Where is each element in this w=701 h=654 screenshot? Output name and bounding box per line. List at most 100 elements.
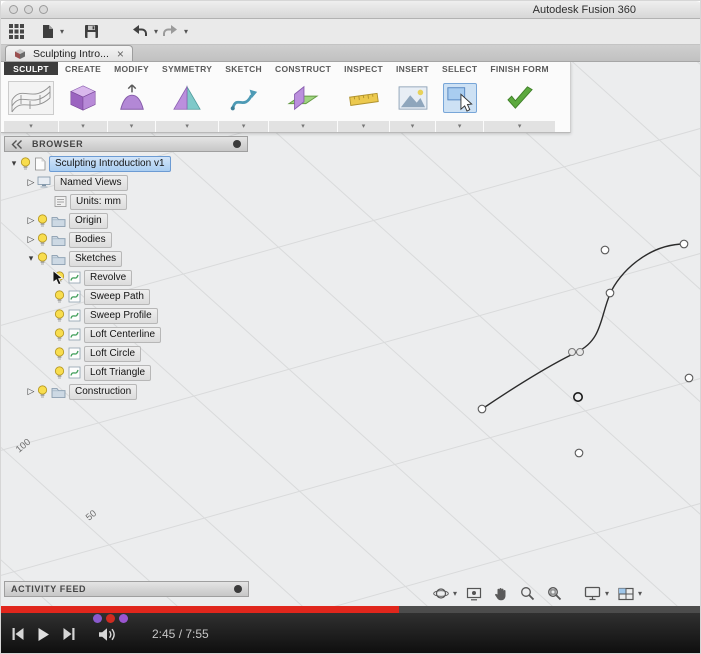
construct-planes-icon[interactable]: [269, 75, 337, 121]
tree-item-loft-circle[interactable]: Loft Circle: [4, 344, 248, 363]
look-at-button[interactable]: [466, 587, 485, 601]
volume-button[interactable]: [98, 627, 118, 642]
browser-header[interactable]: BROWSER: [4, 136, 248, 152]
tree-item-label[interactable]: Revolve: [84, 269, 133, 286]
visibility-lightbulb-icon[interactable]: [37, 251, 48, 266]
ribbon-group-caret-icon[interactable]: ▾: [108, 121, 155, 132]
ribbon-group-caret-icon[interactable]: ▾: [269, 121, 338, 132]
tree-item-sketches[interactable]: ▾ Sketches: [4, 249, 248, 268]
ribbon-tab-label[interactable]: MODIFY: [108, 62, 155, 75]
ribbon-group-create[interactable]: CREATE ▾: [59, 62, 108, 132]
video-progress-bar[interactable]: [1, 606, 700, 613]
ribbon-tab-label[interactable]: INSERT: [390, 62, 435, 75]
tree-item-label[interactable]: Sculpting Introduction v1: [49, 155, 171, 172]
expander-open-icon[interactable]: ▾: [8, 159, 20, 168]
minimize-window-button[interactable]: [24, 5, 33, 14]
tree-item-label[interactable]: Sweep Path: [84, 288, 150, 305]
ribbon-tab-label[interactable]: SCULPT: [4, 62, 58, 75]
ribbon-group-caret-icon[interactable]: ▾: [59, 121, 108, 132]
ribbon-group-modify[interactable]: MODIFY ▾: [108, 62, 155, 132]
ribbon-tab-label[interactable]: SYMMETRY: [156, 62, 218, 75]
ribbon-tab-label[interactable]: FINISH FORM: [484, 62, 555, 75]
zoom-button[interactable]: [520, 586, 538, 601]
viewports-button[interactable]: ▾: [618, 587, 642, 601]
ribbon-group-finish-form[interactable]: FINISH FORM ▾: [484, 62, 555, 132]
tree-item-construction[interactable]: ▷ Construction: [4, 382, 248, 401]
visibility-lightbulb-icon[interactable]: [20, 156, 31, 171]
merged-control-point[interactable]: [568, 348, 576, 356]
tree-item-named-views[interactable]: ▷ Named Views: [4, 173, 248, 192]
visibility-lightbulb-icon[interactable]: [54, 308, 65, 323]
dropdown-caret-icon[interactable]: ▾: [184, 27, 188, 36]
control-point[interactable]: [574, 448, 584, 458]
control-point[interactable]: [605, 288, 615, 298]
zoom-window-button[interactable]: [39, 5, 48, 14]
tree-item-units-mm[interactable]: Units: mm: [4, 192, 248, 211]
visibility-lightbulb-icon[interactable]: [54, 289, 65, 304]
sculpt-surface-icon[interactable]: [4, 75, 58, 121]
sketch-spline-icon[interactable]: [219, 75, 268, 121]
tree-item-sweep-profile[interactable]: Sweep Profile: [4, 306, 248, 325]
tree-item-sweep-path[interactable]: Sweep Path: [4, 287, 248, 306]
tree-item-label[interactable]: Named Views: [54, 174, 128, 191]
expander-closed-icon[interactable]: ▷: [25, 235, 37, 244]
apps-grid-button[interactable]: [7, 22, 29, 41]
orbit-button[interactable]: ▾: [433, 586, 457, 601]
ribbon-group-inspect[interactable]: INSPECT ▾: [338, 62, 390, 132]
ribbon-group-caret-icon[interactable]: ▾: [436, 121, 484, 132]
activity-feed-header[interactable]: ACTIVITY FEED: [4, 581, 249, 597]
inspect-ruler-icon[interactable]: [338, 75, 389, 121]
ribbon-group-insert[interactable]: INSERT ▾: [390, 62, 435, 132]
close-window-button[interactable]: [9, 5, 18, 14]
collapse-panel-icon[interactable]: [11, 139, 23, 150]
display-settings-button[interactable]: ▾: [584, 586, 609, 601]
ribbon-group-caret-icon[interactable]: ▾: [338, 121, 390, 132]
previous-button[interactable]: [11, 627, 25, 641]
select-cursor-icon[interactable]: [436, 75, 483, 121]
tree-item-label[interactable]: Sweep Profile: [84, 307, 158, 324]
pan-hand-button[interactable]: [494, 586, 511, 601]
ribbon-group-caret-icon[interactable]: ▾: [219, 121, 268, 132]
create-box-icon[interactable]: [59, 75, 107, 121]
modify-form-icon[interactable]: [108, 75, 155, 121]
ribbon-group-caret-icon[interactable]: ▾: [4, 121, 58, 132]
expander-closed-icon[interactable]: ▷: [25, 178, 37, 187]
ribbon-tab-label[interactable]: SELECT: [436, 62, 483, 75]
panel-options-dot[interactable]: [234, 585, 242, 593]
dropdown-caret-icon[interactable]: ▾: [638, 589, 642, 598]
tree-item-origin[interactable]: ▷ Origin: [4, 211, 248, 230]
tree-item-sculpting-introduction-v1[interactable]: ▾ Sculpting Introduction v1: [4, 154, 248, 173]
zoom-window-button[interactable]: [547, 586, 565, 601]
next-button[interactable]: [62, 627, 76, 641]
dropdown-caret-icon[interactable]: ▾: [605, 589, 609, 598]
ribbon-tab-label[interactable]: CREATE: [59, 62, 107, 75]
dropdown-caret-icon[interactable]: ▾: [453, 589, 457, 598]
play-button[interactable]: [37, 627, 50, 642]
tree-item-label[interactable]: Bodies: [69, 231, 112, 248]
save-button[interactable]: [82, 22, 104, 41]
visibility-lightbulb-icon[interactable]: [54, 346, 65, 361]
close-tab-button[interactable]: ×: [117, 47, 124, 61]
visibility-lightbulb-icon[interactable]: [37, 232, 48, 247]
panel-options-dot[interactable]: [233, 140, 241, 148]
visibility-lightbulb-icon[interactable]: [37, 213, 48, 228]
tree-item-loft-triangle[interactable]: Loft Triangle: [4, 363, 248, 382]
ribbon-tab-label[interactable]: CONSTRUCT: [269, 62, 337, 75]
ribbon-group-select[interactable]: SELECT ▾: [436, 62, 484, 132]
expander-closed-icon[interactable]: ▷: [25, 216, 37, 225]
undo-button[interactable]: ▾: [130, 23, 160, 40]
control-point[interactable]: [600, 245, 610, 255]
dropdown-caret-icon[interactable]: ▾: [60, 27, 64, 36]
ribbon-tab-label[interactable]: INSPECT: [338, 62, 389, 75]
tree-item-label[interactable]: Origin: [69, 212, 108, 229]
ribbon-group-sketch[interactable]: SKETCH ▾: [219, 62, 268, 132]
file-new-button[interactable]: ▾: [39, 22, 66, 41]
dropdown-caret-icon[interactable]: ▾: [154, 27, 158, 36]
control-point[interactable]: [679, 239, 689, 249]
insert-image-icon[interactable]: [390, 75, 435, 121]
ribbon-group-sculpt[interactable]: SCULPT ▾: [4, 62, 58, 132]
redo-button[interactable]: ▾: [160, 23, 190, 40]
merged-control-point[interactable]: [576, 348, 584, 356]
visibility-lightbulb-icon[interactable]: [54, 327, 65, 342]
ribbon-group-caret-icon[interactable]: ▾: [390, 121, 435, 132]
